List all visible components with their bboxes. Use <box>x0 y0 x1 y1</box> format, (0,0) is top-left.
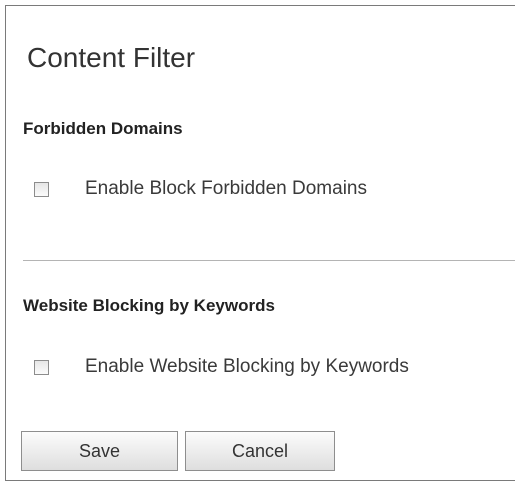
page-title: Content Filter <box>27 42 196 73</box>
enable-website-blocking-by-keywords-label[interactable]: Enable Website Blocking by Keywords <box>85 356 409 378</box>
enable-block-forbidden-domains-checkbox[interactable] <box>34 181 49 197</box>
enable-block-forbidden-domains-label[interactable]: Enable Block Forbidden Domains <box>85 178 367 200</box>
option-row-block-forbidden-domains: Enable Block Forbidden Domains <box>34 178 367 200</box>
section-heading-website-blocking-by-keywords: Website Blocking by Keywords <box>23 296 275 315</box>
cancel-button[interactable]: Cancel <box>185 431 335 471</box>
enable-website-blocking-by-keywords-checkbox[interactable] <box>34 359 49 375</box>
option-row-website-blocking-by-keywords: Enable Website Blocking by Keywords <box>34 356 409 378</box>
save-button[interactable]: Save <box>21 431 178 471</box>
section-heading-forbidden-domains: Forbidden Domains <box>23 119 183 138</box>
section-divider <box>23 260 515 261</box>
content-filter-panel: Content Filter Forbidden Domains Enable … <box>5 5 515 481</box>
